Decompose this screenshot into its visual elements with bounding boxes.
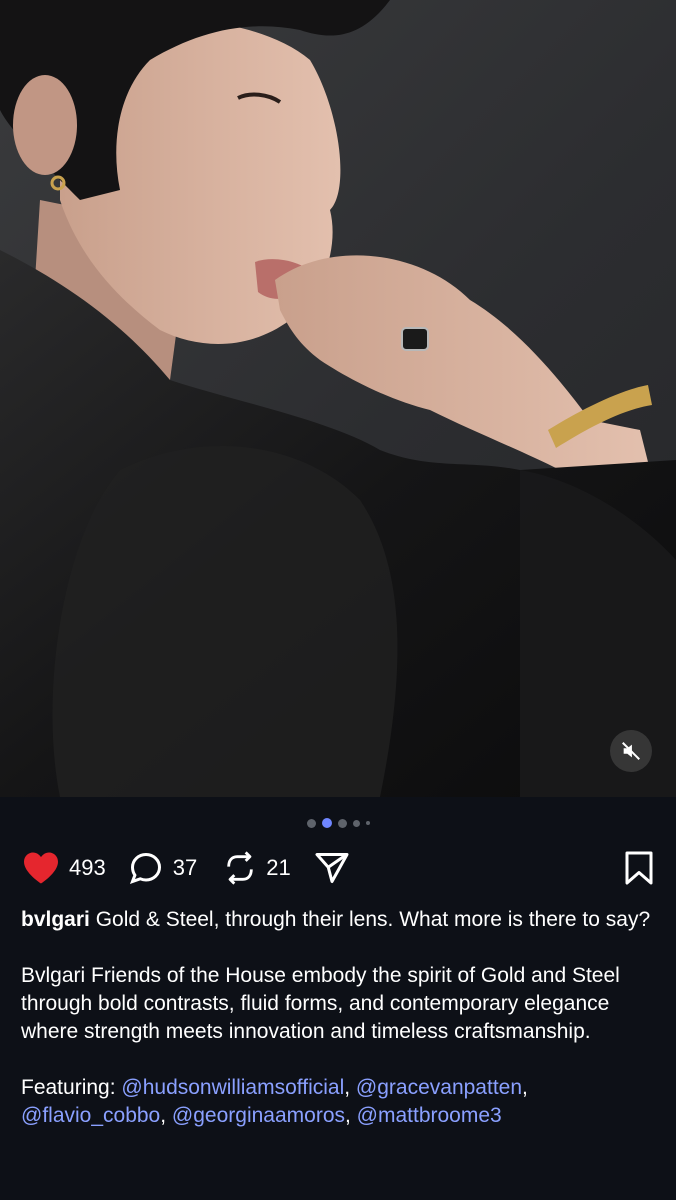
mention-link[interactable]: @flavio_cobbo xyxy=(21,1104,160,1127)
repost-button[interactable]: 21 xyxy=(223,849,291,887)
carousel-dot xyxy=(365,821,370,825)
like-count: 493 xyxy=(69,855,106,880)
carousel-dot xyxy=(352,819,360,827)
mention-link[interactable]: @mattbroome3 xyxy=(357,1104,502,1127)
comment-button[interactable]: 37 xyxy=(128,850,197,886)
featuring-label: Featuring: xyxy=(21,1076,122,1099)
carousel-dot xyxy=(306,818,316,828)
caption-headline-text: Gold & Steel, through their lens. What m… xyxy=(89,908,651,931)
comment-count: 37 xyxy=(172,855,198,880)
like-button[interactable]: 493 xyxy=(22,851,106,885)
carousel-dot-active xyxy=(321,818,332,828)
mention-separator: , xyxy=(344,1076,356,1099)
bookmark-icon xyxy=(625,851,653,885)
send-icon xyxy=(315,853,349,883)
comment-bubble-icon xyxy=(129,852,161,884)
post-caption: bvlgari Gold & Steel, through their lens… xyxy=(21,906,653,1158)
carousel-indicator xyxy=(0,818,676,828)
repost-icon xyxy=(227,851,253,885)
carousel-dot xyxy=(337,818,347,828)
mention-separator: , xyxy=(160,1104,172,1127)
heart-icon xyxy=(24,852,58,884)
caption-username[interactable]: bvlgari xyxy=(21,908,90,931)
mention-link[interactable]: @hudsonwilliamsofficial xyxy=(121,1076,344,1099)
caption-featuring: Featuring: @hudsonwilliamsofficial, @gra… xyxy=(21,1074,653,1130)
speaker-muted-icon xyxy=(622,742,640,760)
action-bar: 493 37 21 xyxy=(22,846,654,890)
save-button[interactable] xyxy=(624,850,654,886)
mention-link[interactable]: @georginaamoros xyxy=(172,1104,345,1127)
caption-headline: bvlgari Gold & Steel, through their lens… xyxy=(21,906,653,934)
repost-count: 21 xyxy=(266,855,291,880)
mute-button[interactable] xyxy=(610,730,652,772)
post-photo xyxy=(0,0,676,797)
post-media[interactable] xyxy=(0,0,676,797)
mention-separator: , xyxy=(522,1076,528,1099)
mention-link[interactable]: @gracevanpatten xyxy=(356,1076,522,1099)
caption-body: Bvlgari Friends of the House embody the … xyxy=(21,964,620,1043)
share-button[interactable] xyxy=(313,850,351,886)
mention-separator: , xyxy=(345,1104,357,1127)
